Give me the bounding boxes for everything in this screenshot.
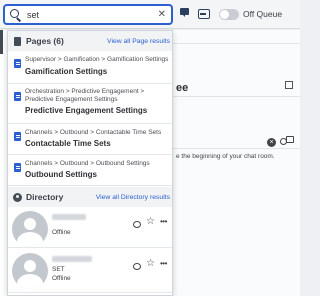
page-icon [13,36,22,46]
queue-label: Off Queue [243,9,283,19]
top-bar: ✕ Off Queue [0,0,300,29]
chat-pane-header [173,30,300,44]
page-result-item[interactable]: Channels > Outbound > Outbound Settings … [8,155,172,186]
directory-result-item[interactable]: Offline ☆ ••• [8,207,172,248]
directory-section-header: Directory View all Directory results [8,187,172,207]
search-box[interactable]: ✕ [3,4,173,25]
chat-icon[interactable] [180,8,190,19]
star-icon[interactable]: ☆ [146,259,155,269]
page-breadcrumb: Supervisor > Gamification > Gamification… [25,56,169,63]
view-all-pages-link[interactable]: View all Page results [107,38,170,45]
page-breadcrumb: Orchestration > Predictive Engagement > … [25,88,145,103]
chat-start-text: e the beginning of your chat room. [176,153,275,160]
search-results-dropdown: Pages (6) View all Page results Supervis… [7,30,173,296]
avatar [12,211,48,247]
chat-title: ee [176,82,189,94]
document-icon [14,59,21,68]
chat-icon[interactable] [133,221,141,228]
chat-toolbar [173,96,300,110]
star-icon[interactable]: ☆ [146,217,155,227]
pages-section-header: Pages (6) View all Page results [8,31,172,51]
search-icon [8,7,24,23]
toggle-switch[interactable] [219,8,239,20]
page-title: Predictive Engagement Settings [25,106,148,115]
document-icon [14,132,21,141]
more-options-icon[interactable]: ••• [160,217,167,227]
search-input[interactable] [27,9,157,20]
queue-toggle[interactable]: Off Queue [215,6,282,22]
document-icon [14,163,21,172]
directory-result-item[interactable]: SET Offline ☆ ••• [8,249,172,293]
presence-status: Offline [52,275,71,282]
external-link-icon[interactable] [285,81,293,89]
page-result-item[interactable]: Supervisor > Gamification > Gamification… [8,51,172,84]
contact-name-redacted [52,214,86,220]
inbox-icon[interactable] [198,8,210,19]
page-breadcrumb: Channels > Outbound > Contactable Time S… [25,129,162,136]
chat-icon[interactable] [133,263,141,270]
page-title: Contactable Time Sets [25,139,111,148]
document-icon [14,92,21,101]
close-circle-icon[interactable]: × [267,138,276,147]
page-title: Gamification Settings [25,67,108,76]
presence-status: Offline [52,229,71,236]
message-icon[interactable] [286,136,294,143]
page-title: Outbound Settings [25,170,97,179]
more-options-icon[interactable]: ••• [160,259,167,269]
avatar [12,253,48,289]
pages-header-label: Pages (6) [26,36,64,46]
divider [173,148,300,149]
directory-icon [13,192,22,202]
contact-name-redacted [52,256,92,262]
contact-subtitle: SET [52,266,65,273]
close-icon[interactable]: ✕ [158,9,166,20]
directory-header-label: Directory [26,192,64,202]
page-breadcrumb: Channels > Outbound > Outbound Settings [25,160,150,167]
view-all-directory-link[interactable]: View all Directory results [96,194,170,201]
left-nav-indicator [0,30,3,54]
chat-pane: ee × e the beginning of your chat room. [173,30,300,296]
page-result-item[interactable]: Channels > Outbound > Contactable Time S… [8,124,172,155]
page-result-item[interactable]: Orchestration > Predictive Engagement > … [8,84,172,124]
